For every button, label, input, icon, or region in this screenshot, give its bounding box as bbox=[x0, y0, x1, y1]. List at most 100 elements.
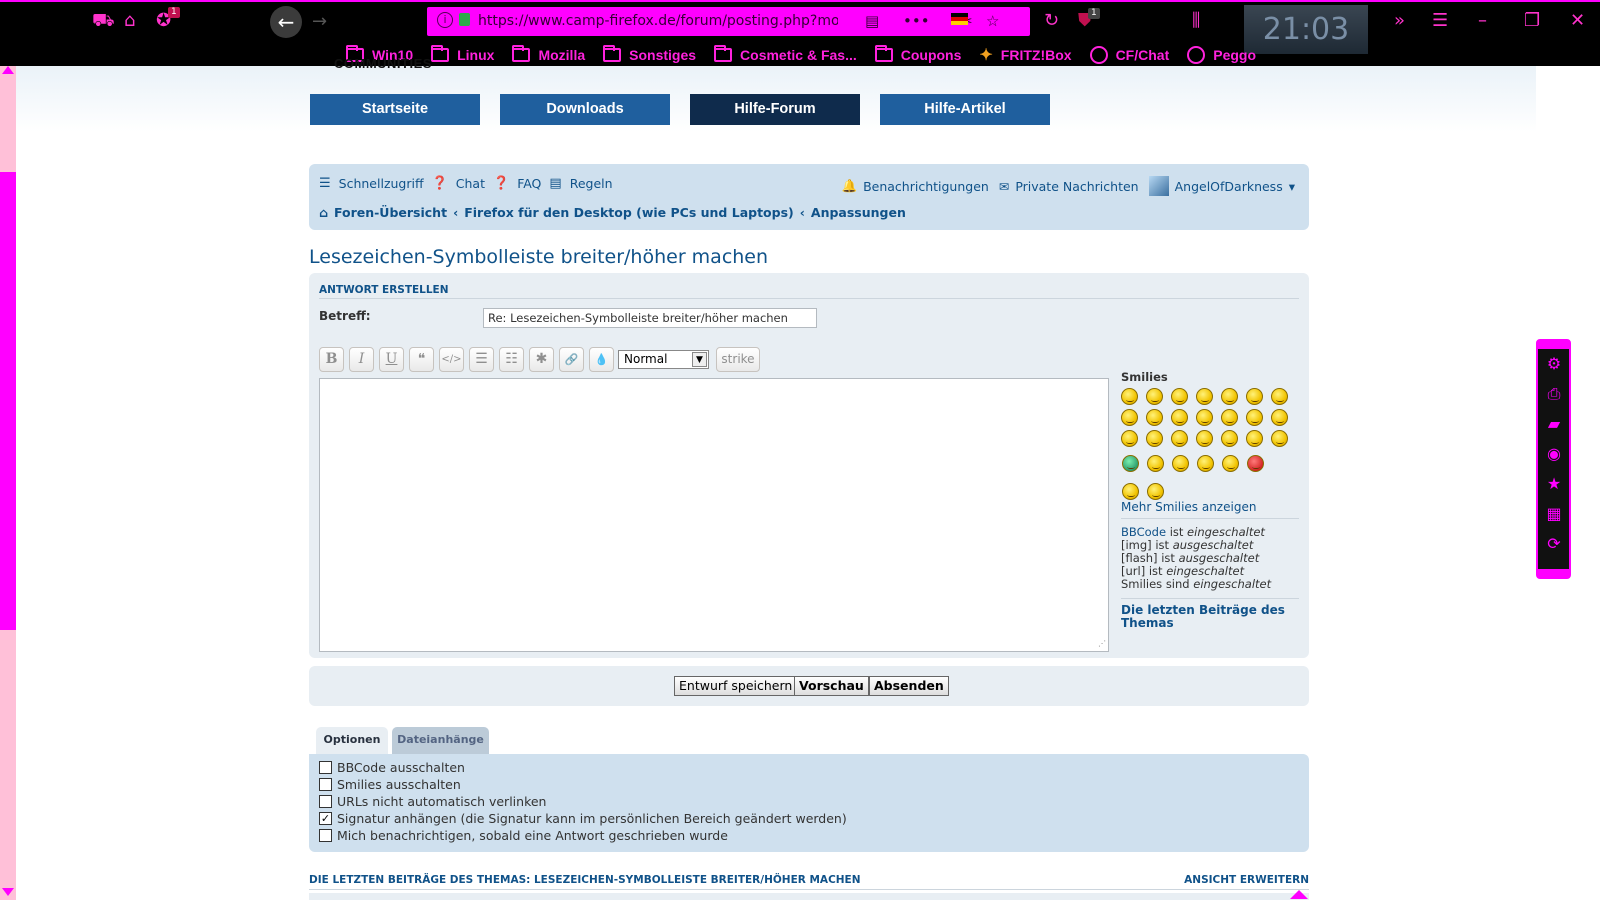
tab-attachments[interactable]: Dateianhänge bbox=[392, 727, 489, 754]
last-posts-link[interactable]: Die letzten Beiträge des Themas bbox=[1121, 604, 1297, 630]
smiley-icon[interactable] bbox=[1147, 455, 1164, 472]
bold-button[interactable]: B bbox=[319, 347, 344, 372]
settings-gear-icon[interactable]: ⚙ bbox=[1544, 354, 1564, 374]
option-checkbox[interactable] bbox=[319, 778, 332, 791]
breadcrumb-item[interactable]: Anpassungen bbox=[811, 205, 906, 220]
breadcrumb-item[interactable]: Foren-Übersicht bbox=[334, 205, 447, 220]
url-text[interactable]: https://www.camp-firefox.de/forum/postin… bbox=[478, 13, 838, 29]
overflow-chevron-icon[interactable]: » bbox=[1394, 11, 1405, 31]
print-icon[interactable]: ⎙ bbox=[1544, 384, 1564, 404]
code-button[interactable]: </> bbox=[439, 347, 464, 372]
notifications-link[interactable]: Benachrichtigungen bbox=[863, 179, 989, 194]
calendar-icon[interactable]: ▦ bbox=[1544, 504, 1564, 524]
strike-button[interactable]: strike bbox=[716, 347, 760, 372]
smiley-icon[interactable] bbox=[1222, 455, 1239, 472]
smiley-icon[interactable] bbox=[1146, 388, 1163, 405]
faq-link[interactable]: FAQ bbox=[517, 176, 541, 191]
tab-options[interactable]: Optionen bbox=[316, 727, 388, 754]
smiley-icon[interactable] bbox=[1121, 409, 1138, 426]
list-button[interactable]: ☰ bbox=[469, 347, 494, 372]
option-checkbox[interactable] bbox=[319, 761, 332, 774]
avatar[interactable] bbox=[1148, 176, 1169, 196]
message-textarea[interactable] bbox=[319, 378, 1109, 652]
bookmark-item[interactable]: Coupons bbox=[874, 45, 961, 63]
bookmark-item[interactable]: Linux bbox=[431, 45, 494, 63]
bookmark-item[interactable]: Sonstiges bbox=[603, 45, 696, 63]
smiley-icon[interactable] bbox=[1147, 483, 1164, 500]
nav-hilfe-artikel[interactable]: Hilfe-Artikel bbox=[880, 94, 1050, 125]
page-actions-icon[interactable]: ••• bbox=[903, 12, 930, 30]
folder-open-icon[interactable]: ▰ bbox=[1544, 414, 1564, 434]
bookmark-item[interactable]: Peggo bbox=[1187, 46, 1256, 64]
smiley-icon[interactable] bbox=[1171, 388, 1188, 405]
scroll-down-icon[interactable] bbox=[2, 888, 14, 896]
smiley-icon[interactable] bbox=[1146, 430, 1163, 447]
smiley-icon[interactable] bbox=[1196, 430, 1213, 447]
restore-icon[interactable]: ❐ bbox=[1524, 11, 1540, 31]
bookmark-item[interactable]: CF/Chat bbox=[1089, 46, 1169, 64]
back-button[interactable]: ← bbox=[270, 6, 302, 38]
smiley-icon[interactable] bbox=[1171, 430, 1188, 447]
link-button[interactable]: 🔗 bbox=[559, 347, 584, 372]
chat-link[interactable]: Chat bbox=[456, 176, 485, 191]
smiley-icon[interactable] bbox=[1196, 388, 1213, 405]
bookmark-item[interactable]: Cosmetic & Fas... bbox=[714, 45, 857, 63]
chevron-down-icon[interactable]: ▼ bbox=[692, 352, 707, 367]
quote-button[interactable]: ❝ bbox=[409, 347, 434, 372]
url-bar[interactable]: i https://www.camp-firefox.de/forum/post… bbox=[427, 7, 1030, 36]
nav-startseite[interactable]: Startseite bbox=[310, 94, 480, 125]
library-shelf-icon[interactable]: ⫼ bbox=[1192, 11, 1200, 31]
scrollbar[interactable] bbox=[0, 66, 16, 900]
home-icon[interactable]: ⌂ bbox=[124, 11, 135, 31]
option-checkbox[interactable] bbox=[319, 795, 332, 808]
send-button[interactable]: Absenden bbox=[869, 676, 949, 696]
bookmark-item[interactable]: Mozilla bbox=[512, 45, 585, 63]
bookmark-star-icon[interactable]: ☆ bbox=[986, 12, 999, 30]
option-row[interactable]: URLs nicht automatisch verlinken bbox=[319, 794, 546, 809]
list-item-button[interactable]: ✱ bbox=[529, 347, 554, 372]
font-size-select[interactable]: Normal ▼ bbox=[618, 350, 709, 369]
forward-button[interactable]: → bbox=[312, 11, 327, 32]
smiley-icon[interactable] bbox=[1221, 430, 1238, 447]
more-smilies-link[interactable]: Mehr Smilies anzeigen bbox=[1121, 500, 1256, 514]
nav-downloads[interactable]: Downloads bbox=[500, 94, 670, 125]
scrollbar-thumb[interactable] bbox=[0, 172, 16, 630]
close-icon[interactable]: ✕ bbox=[1570, 11, 1585, 31]
smiley-icon[interactable] bbox=[1122, 483, 1139, 500]
bbcode-link[interactable]: BBCode bbox=[1121, 525, 1166, 539]
option-row[interactable]: Mich benachrichtigen, sobald eine Antwor… bbox=[319, 828, 728, 843]
smiley-icon[interactable] bbox=[1246, 409, 1263, 426]
breadcrumb-item[interactable]: Firefox für den Desktop (wie PCs und Lap… bbox=[464, 205, 794, 220]
smiley-icon[interactable] bbox=[1246, 388, 1263, 405]
hamburger-menu-icon[interactable]: ☰ bbox=[1432, 11, 1448, 31]
smiley-icon[interactable] bbox=[1221, 409, 1238, 426]
reader-view-icon[interactable]: ▤ bbox=[865, 12, 879, 30]
option-checkbox[interactable] bbox=[319, 829, 332, 842]
private-messages-link[interactable]: Private Nachrichten bbox=[1015, 179, 1138, 194]
smiley-icon[interactable] bbox=[1271, 409, 1288, 426]
minimize-icon[interactable]: – bbox=[1478, 11, 1487, 31]
smiley-icon[interactable] bbox=[1122, 455, 1139, 472]
info-icon[interactable]: i bbox=[437, 12, 453, 28]
sync-icon[interactable]: ⟳ bbox=[1544, 534, 1564, 554]
underline-button[interactable]: U bbox=[379, 347, 404, 372]
expand-view-link[interactable]: ANSICHT ERWEITERN bbox=[1184, 874, 1309, 886]
smiley-icon[interactable] bbox=[1247, 455, 1264, 472]
library-icon[interactable]: ⛟ bbox=[92, 11, 115, 31]
bookmark-item[interactable]: ✦ FRITZ!Box bbox=[979, 45, 1071, 65]
numbered-list-button[interactable]: ☷ bbox=[499, 347, 524, 372]
scroll-to-top-icon[interactable] bbox=[1290, 890, 1308, 899]
nav-hilfe-forum[interactable]: Hilfe-Forum bbox=[690, 94, 860, 125]
reload-icon[interactable]: ↻ bbox=[1044, 11, 1059, 31]
smiley-icon[interactable] bbox=[1196, 409, 1213, 426]
smiley-icon[interactable] bbox=[1121, 388, 1138, 405]
caret-down-icon[interactable]: ▾ bbox=[1289, 179, 1295, 194]
smiley-icon[interactable] bbox=[1197, 455, 1214, 472]
rules-link[interactable]: Regeln bbox=[570, 176, 613, 191]
option-checkbox[interactable]: ✓ bbox=[319, 812, 332, 825]
subject-input[interactable] bbox=[483, 308, 817, 328]
smiley-icon[interactable] bbox=[1121, 430, 1138, 447]
page-title[interactable]: Lesezeichen-Symbolleiste breiter/höher m… bbox=[309, 246, 768, 268]
smiley-icon[interactable] bbox=[1171, 409, 1188, 426]
smiley-icon[interactable] bbox=[1221, 388, 1238, 405]
